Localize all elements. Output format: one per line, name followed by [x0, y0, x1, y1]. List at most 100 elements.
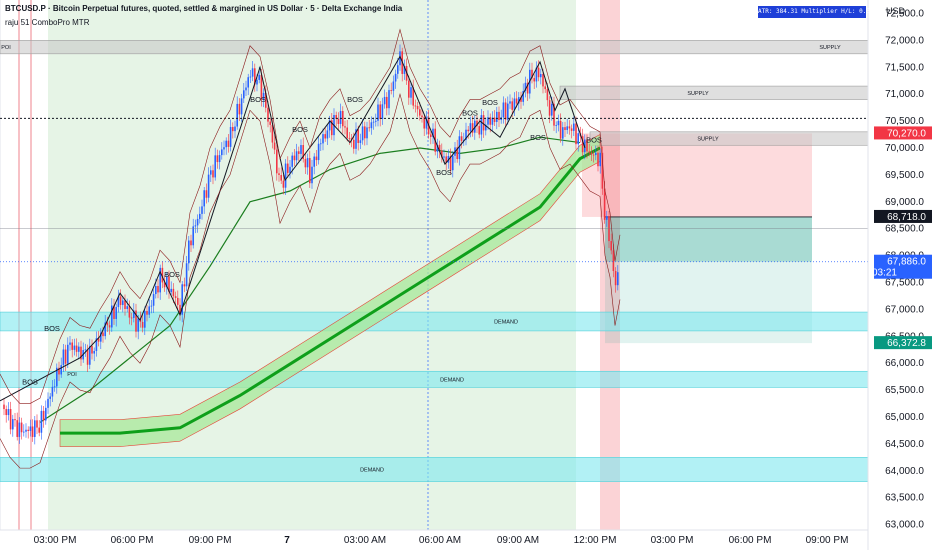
candle-body — [570, 128, 573, 131]
price-badge-label: 70,270.0 — [887, 128, 926, 139]
candle-body — [225, 140, 227, 148]
candle-body — [390, 90, 392, 91]
atr-readout: ATR: 384.31 Multiplier H/L: 0.3/0.3 — [758, 6, 884, 18]
poi-label: POI — [67, 372, 77, 378]
candle-body — [414, 105, 417, 107]
candle-body — [311, 166, 313, 184]
candle-body — [452, 155, 454, 171]
x-tick-label: 12:00 PM — [574, 535, 617, 546]
candle-body — [482, 115, 485, 131]
y-tick-label: 64,500.0 — [885, 439, 924, 450]
candle-body — [410, 87, 412, 98]
supply-zone — [589, 131, 869, 146]
candle-body — [507, 103, 509, 120]
candle-body — [337, 118, 340, 124]
bos-label: BOS — [462, 109, 478, 118]
candle-body — [126, 306, 128, 309]
bos-label: BOS — [530, 133, 546, 142]
candle-body — [542, 74, 544, 87]
candle-body — [245, 87, 247, 91]
candle-body — [20, 422, 23, 433]
candle-body — [203, 190, 205, 207]
candle-body — [562, 127, 564, 139]
y-tick-label: 70,000.0 — [885, 143, 924, 154]
demand-zone — [0, 457, 869, 482]
countdown-label: 03:21 — [872, 268, 897, 279]
candle-body — [119, 296, 122, 305]
candle-body — [386, 96, 388, 109]
candle-body — [566, 126, 568, 130]
candle-body — [353, 139, 355, 149]
price-badge-label: 67,886.0 — [887, 257, 926, 268]
bos-label: BOS — [586, 136, 602, 145]
candle-body — [251, 68, 254, 77]
candle-body — [190, 240, 192, 246]
candle-body — [3, 404, 5, 410]
candle-body — [210, 170, 212, 175]
candle-body — [370, 122, 373, 129]
x-tick-label: 03:00 PM — [34, 535, 77, 546]
candle-body — [392, 81, 395, 91]
candle-body — [555, 125, 557, 127]
candle-body — [278, 173, 280, 176]
candle-body — [606, 216, 608, 220]
candle-body — [51, 386, 54, 397]
candle-body — [93, 350, 95, 354]
candle-body — [610, 241, 612, 251]
candle-body — [183, 284, 186, 287]
y-tick-label: 67,500.0 — [885, 277, 924, 288]
candle-body — [196, 218, 199, 226]
currency-label[interactable]: USD — [886, 6, 905, 16]
candle-body — [36, 420, 38, 428]
candle-body — [592, 154, 595, 156]
candle-body — [150, 305, 153, 307]
trading-chart[interactable]: SUPPLY SUPPLY SUPPLY DEMAND DEMAND DEMAND POI P… — [0, 0, 932, 550]
candle-body — [419, 109, 421, 116]
y-tick-label: 70,500.0 — [885, 116, 924, 127]
x-tick-label: 03:00 PM — [651, 535, 694, 546]
candle-body — [342, 110, 344, 127]
candle-body — [309, 158, 311, 184]
candle-body — [218, 155, 221, 163]
candle-body — [229, 126, 232, 147]
x-tick-label: 09:00 PM — [189, 535, 232, 546]
candle-body — [5, 409, 7, 416]
candle-body — [71, 342, 73, 350]
candle-body — [84, 349, 87, 351]
supply-zone — [0, 40, 869, 55]
x-tick-label: 7 — [284, 535, 290, 546]
y-tick-label: 68,500.0 — [885, 224, 924, 235]
bos-label: BOS — [347, 95, 363, 104]
candle-body — [357, 129, 359, 143]
candle-body — [78, 346, 80, 352]
candle-body — [25, 429, 27, 432]
candle-body — [102, 332, 104, 337]
y-tick-label: 66,000.0 — [885, 358, 924, 369]
candle-body — [366, 127, 368, 139]
candle-body — [408, 80, 410, 98]
candle-body — [216, 155, 219, 163]
candle-body — [320, 143, 322, 145]
candle-body — [174, 296, 177, 298]
candle-body — [148, 306, 150, 315]
candle-body — [346, 127, 348, 138]
candle-body — [493, 117, 496, 122]
candle-body — [86, 349, 89, 365]
candle-body — [306, 158, 309, 168]
candle-body — [75, 345, 78, 352]
zone-label: SUPPLY — [819, 45, 841, 51]
session-background — [48, 0, 576, 530]
candle-body — [287, 163, 289, 173]
supply-zone — [559, 85, 869, 100]
candle-body — [38, 427, 40, 433]
candle-body — [588, 151, 590, 153]
y-tick-label: 72,000.0 — [885, 35, 924, 46]
candle-body — [546, 89, 549, 101]
candle-body — [207, 174, 210, 198]
y-tick-label: 71,500.0 — [885, 62, 924, 73]
candle-body — [368, 127, 370, 129]
candle-body — [64, 349, 67, 364]
candle-body — [597, 152, 599, 167]
y-tick-label: 64,000.0 — [885, 466, 924, 477]
left-marker-strip — [30, 0, 32, 530]
